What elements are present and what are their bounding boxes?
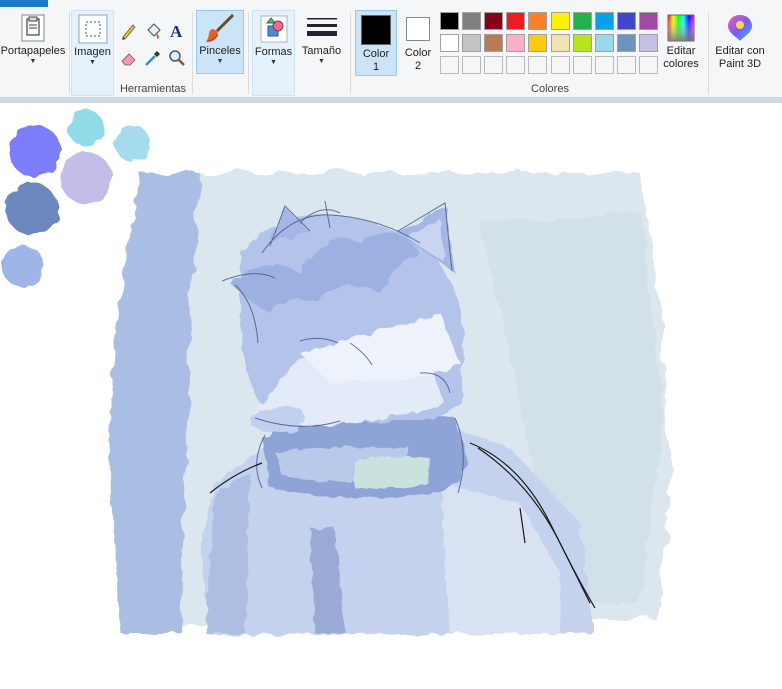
palette-empty-slot[interactable] xyxy=(572,56,592,74)
palette-empty-slot[interactable] xyxy=(616,56,636,74)
palette-blob xyxy=(6,183,58,235)
palette-swatch[interactable] xyxy=(638,34,658,52)
palette-swatch[interactable] xyxy=(484,34,504,52)
ribbon: Portapapeles ▼ Imagen ▼ A Herramientas P… xyxy=(0,0,782,100)
clipboard-icon xyxy=(21,14,45,42)
palette-swatch[interactable] xyxy=(616,34,636,52)
color1-button[interactable]: Color 1 xyxy=(355,10,397,76)
fill-icon[interactable] xyxy=(143,21,163,41)
palette-blob xyxy=(60,152,112,204)
shapes-button[interactable]: Formas ▼ xyxy=(252,10,295,96)
palette-blob xyxy=(2,245,44,287)
chevron-down-icon: ▼ xyxy=(89,59,96,66)
separator xyxy=(69,12,70,94)
chevron-down-icon: ▼ xyxy=(270,59,277,66)
tab-strip xyxy=(0,0,782,7)
clipboard-button[interactable]: Portapapeles ▼ xyxy=(0,10,66,78)
separator xyxy=(350,12,351,94)
palette-swatch[interactable] xyxy=(638,12,658,30)
shapes-label: Formas xyxy=(254,46,293,58)
palette-blob xyxy=(9,125,61,177)
palette-swatch[interactable] xyxy=(440,12,459,30)
palette-blob xyxy=(114,125,150,161)
color1-label: Color xyxy=(362,48,390,60)
palette-empty-slot[interactable] xyxy=(594,56,614,74)
palette-empty-slot[interactable] xyxy=(528,56,548,74)
brushes-button[interactable]: Pinceles ▼ xyxy=(196,10,244,74)
chevron-down-icon: ▼ xyxy=(216,58,224,65)
palette-swatch[interactable] xyxy=(550,34,570,52)
palette-empty-slot[interactable] xyxy=(484,56,504,74)
separator xyxy=(248,12,249,94)
svg-text:A: A xyxy=(170,22,183,41)
chevron-down-icon: ▼ xyxy=(318,58,325,65)
palette-empty-slot[interactable] xyxy=(506,56,526,74)
palette-swatch[interactable] xyxy=(550,12,570,30)
palette-empty-slot[interactable] xyxy=(462,56,482,74)
brushes-label: Pinceles xyxy=(199,45,241,57)
palette-swatch[interactable] xyxy=(572,34,592,52)
line-size-icon xyxy=(306,18,337,36)
brush-icon xyxy=(206,13,235,43)
palette-swatch[interactable] xyxy=(506,34,526,52)
tools-group-label: Herramientas xyxy=(119,83,187,95)
select-icon xyxy=(78,14,107,44)
image-button[interactable]: Imagen ▼ xyxy=(71,10,114,96)
palette-blob xyxy=(68,110,104,146)
palette-swatch[interactable] xyxy=(572,12,592,30)
image-label: Imagen xyxy=(74,46,111,58)
color2-label: Color xyxy=(404,47,432,59)
chevron-down-icon: ▼ xyxy=(29,58,37,65)
palette-swatch[interactable] xyxy=(506,12,526,30)
magnifier-icon[interactable] xyxy=(167,48,187,68)
palette-swatch[interactable] xyxy=(616,12,636,30)
file-tab[interactable] xyxy=(0,0,48,7)
size-label: Tamaño xyxy=(301,45,342,57)
color2-swatch xyxy=(406,17,430,41)
clipboard-label: Portapapeles xyxy=(0,45,66,57)
palette-swatch[interactable] xyxy=(484,12,504,30)
paint3d-icon xyxy=(728,15,752,41)
palette-swatch[interactable] xyxy=(528,12,548,30)
color2-number: 2 xyxy=(414,60,422,72)
paint3d-label-2: Paint 3D xyxy=(718,58,762,70)
shapes-icon xyxy=(260,15,287,43)
color-picker-icon[interactable] xyxy=(143,48,163,68)
size-button[interactable]: Tamaño ▼ xyxy=(299,10,344,78)
separator xyxy=(192,12,193,94)
edit-colors-label: Editar xyxy=(666,45,696,57)
edit-colors-label-2: colores xyxy=(663,58,699,70)
artwork-image xyxy=(2,110,672,635)
paint3d-label: Editar con xyxy=(715,45,765,57)
palette-empty-slot[interactable] xyxy=(638,56,658,74)
eraser-icon[interactable] xyxy=(119,48,139,68)
palette-swatch[interactable] xyxy=(594,12,614,30)
palette-swatch[interactable] xyxy=(528,34,548,52)
color1-swatch xyxy=(361,15,391,45)
drawing-canvas[interactable] xyxy=(0,103,782,686)
text-icon[interactable]: A xyxy=(167,21,187,41)
palette-swatch[interactable] xyxy=(462,12,482,30)
pencil-icon[interactable] xyxy=(119,21,139,41)
palette-swatch[interactable] xyxy=(440,34,459,52)
palette-swatch[interactable] xyxy=(594,34,614,52)
paint3d-button[interactable]: Editar con Paint 3D xyxy=(710,10,770,78)
color2-button[interactable]: Color 2 xyxy=(398,10,438,76)
palette-swatch[interactable] xyxy=(462,34,482,52)
edit-colors-button[interactable]: Editar colores xyxy=(659,10,703,78)
separator xyxy=(708,12,709,94)
palette-empty-slot[interactable] xyxy=(550,56,570,74)
colors-group-label: Colores xyxy=(531,83,569,95)
palette-empty-slot[interactable] xyxy=(440,56,459,74)
color-spectrum-icon xyxy=(667,14,695,42)
color1-number: 1 xyxy=(372,61,380,73)
